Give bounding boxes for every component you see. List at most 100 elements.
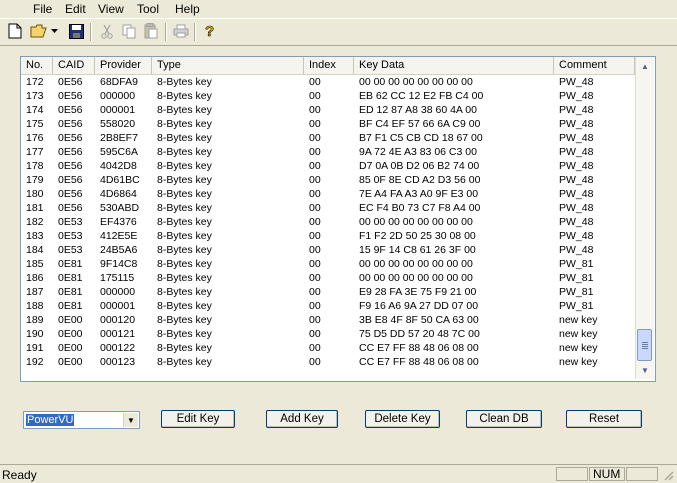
table-row[interactable]: 179 0E56 4D61BC 8-Bytes key 00 85 0F 8E CD A2… [21,173,635,187]
cell-no: 184 [26,244,44,256]
reset-button[interactable]: Reset [566,410,642,428]
cell-index: 00 [309,174,321,186]
cell-comment: PW_48 [559,132,594,144]
scroll-thumb[interactable] [637,329,652,361]
print-icon[interactable] [172,22,190,40]
table-row[interactable]: 176 0E56 2B8EF7 8-Bytes key 00 B7 F1 C5 CB CD… [21,131,635,145]
table-row[interactable]: 190 0E00 000121 8-Bytes key 00 75 D5 DD 57 20… [21,327,635,341]
cell-comment: PW_81 [559,272,594,284]
table-row[interactable]: 180 0E56 4D6864 8-Bytes key 00 7E A4 FA A3 A0… [21,187,635,201]
cut-icon[interactable] [98,22,116,40]
resize-grip-icon[interactable] [662,469,674,481]
table-row[interactable]: 185 0E81 9F14C8 8-Bytes key 00 00 00 00 00 00… [21,257,635,271]
column-header-provider[interactable]: Provider [95,57,152,74]
table-row[interactable]: 182 0E53 EF4376 8-Bytes key 00 00 00 00 00 00… [21,215,635,229]
table-row[interactable]: 187 0E81 000000 8-Bytes key 00 E9 28 FA 3E 75… [21,285,635,299]
table-row[interactable]: 183 0E53 412E5E 8-Bytes key 00 F1 F2 2D 50 25… [21,229,635,243]
menu-edit[interactable]: Edit [65,2,86,16]
cell-type: 8-Bytes key [157,230,212,242]
cell-no: 175 [26,118,44,130]
cell-caid: 0E81 [58,286,83,298]
key-list-view[interactable]: No. CAID Provider Type Index Key Data Co… [20,56,656,382]
clean-db-button[interactable]: Clean DB [466,410,542,428]
delete-key-button[interactable]: Delete Key [365,410,440,428]
new-file-icon[interactable] [6,22,24,40]
grip-icon [642,342,648,343]
cell-no: 180 [26,188,44,200]
table-row[interactable]: 191 0E00 000122 8-Bytes key 00 CC E7 FF 88 48… [21,341,635,355]
cell-key-data: 85 0F 8E CD A2 D3 56 00 [359,174,481,186]
menu-view[interactable]: View [98,2,124,16]
column-header-index[interactable]: Index [304,57,354,74]
toolbar-separator [194,23,196,41]
copy-icon[interactable] [120,22,138,40]
cell-provider: 175115 [100,272,135,284]
help-icon[interactable]: ? [201,22,219,40]
cell-index: 00 [309,286,321,298]
cell-caid: 0E56 [58,90,83,102]
cell-key-data: EB 62 CC 12 E2 FB C4 00 [359,90,484,102]
table-row[interactable]: 186 0E81 175115 8-Bytes key 00 00 00 00 00 00… [21,271,635,285]
cell-provider: 000122 [100,342,136,354]
open-folder-icon[interactable] [30,22,48,40]
cell-comment: PW_48 [559,174,594,186]
cell-no: 185 [26,258,44,270]
menu-help[interactable]: Help [175,2,200,16]
cell-caid: 0E00 [58,342,83,354]
cell-caid: 0E00 [58,328,83,340]
cell-provider: 000120 [100,314,136,326]
cell-provider: 000000 [100,286,136,298]
column-header-type[interactable]: Type [152,57,304,74]
cell-type: 8-Bytes key [157,300,212,312]
table-row[interactable]: 192 0E00 000123 8-Bytes key 00 CC E7 FF 88 48… [21,355,635,369]
cell-key-data: 15 9F 14 C8 61 26 3F 00 [359,244,476,256]
cell-key-data: 00 00 00 00 00 00 00 00 [359,272,473,284]
table-row[interactable]: 184 0E53 24B5A6 8-Bytes key 00 15 9F 14 C8 61… [21,243,635,257]
cell-no: 192 [26,356,44,368]
provider-select-value: PowerVU [26,414,75,426]
dropdown-arrow-icon[interactable] [49,22,59,40]
paste-icon[interactable] [142,22,160,40]
table-row[interactable]: 174 0E56 000001 8-Bytes key 00 ED 12 87 A8 38… [21,103,635,117]
edit-key-button[interactable]: Edit Key [161,410,235,428]
cell-caid: 0E56 [58,76,83,88]
save-icon[interactable] [67,22,85,40]
cell-caid: 0E53 [58,216,83,228]
table-row[interactable]: 173 0E56 000000 8-Bytes key 00 EB 62 CC 12 E2… [21,89,635,103]
cell-no: 190 [26,328,44,340]
provider-select[interactable]: PowerVU ▼ [23,411,140,429]
chevron-down-icon[interactable]: ▼ [123,413,138,427]
scroll-down-icon[interactable]: ▼ [638,363,652,377]
table-row[interactable]: 172 0E56 68DFA9 8-Bytes key 00 00 00 00 00 00… [21,75,635,89]
table-row[interactable]: 188 0E81 000001 8-Bytes key 00 F9 16 A6 9A 27… [21,299,635,313]
table-row[interactable]: 181 0E56 530ABD 8-Bytes key 00 EC F4 B0 73 C7… [21,201,635,215]
cell-caid: 0E56 [58,174,83,186]
cell-comment: new key [559,356,598,368]
cell-index: 00 [309,90,321,102]
grip-icon [642,346,648,347]
cell-provider: 2B8EF7 [100,132,138,144]
scroll-up-icon[interactable]: ▲ [638,59,652,73]
cell-comment: PW_48 [559,202,594,214]
table-row[interactable]: 177 0E56 595C6A 8-Bytes key 00 9A 72 4E A3 83… [21,145,635,159]
column-header-key-data[interactable]: Key Data [354,57,554,74]
menu-file[interactable]: File [33,2,52,16]
svg-text:?: ? [205,23,214,39]
cell-type: 8-Bytes key [157,328,212,340]
cell-caid: 0E00 [58,314,83,326]
cell-caid: 0E53 [58,230,83,242]
vertical-scrollbar[interactable]: ▲ ▼ [635,57,654,379]
cell-no: 179 [26,174,44,186]
table-row[interactable]: 178 0E56 4042D8 8-Bytes key 00 D7 0A 0B D2 06… [21,159,635,173]
cell-key-data: F1 F2 2D 50 25 30 08 00 [359,230,476,242]
toolbar-separator [165,23,167,41]
column-header-no[interactable]: No. [21,57,53,74]
add-key-button[interactable]: Add Key [266,410,338,428]
column-header-caid[interactable]: CAID [53,57,95,74]
menu-tool[interactable]: Tool [137,2,159,16]
table-row[interactable]: 189 0E00 000120 8-Bytes key 00 3B E8 4F 8F 50… [21,313,635,327]
cell-key-data: EC F4 B0 73 C7 F8 A4 00 [359,202,481,214]
cell-type: 8-Bytes key [157,104,212,116]
table-row[interactable]: 175 0E56 558020 8-Bytes key 00 BF C4 EF 57 66… [21,117,635,131]
column-header-comment[interactable]: Comment [554,57,635,74]
